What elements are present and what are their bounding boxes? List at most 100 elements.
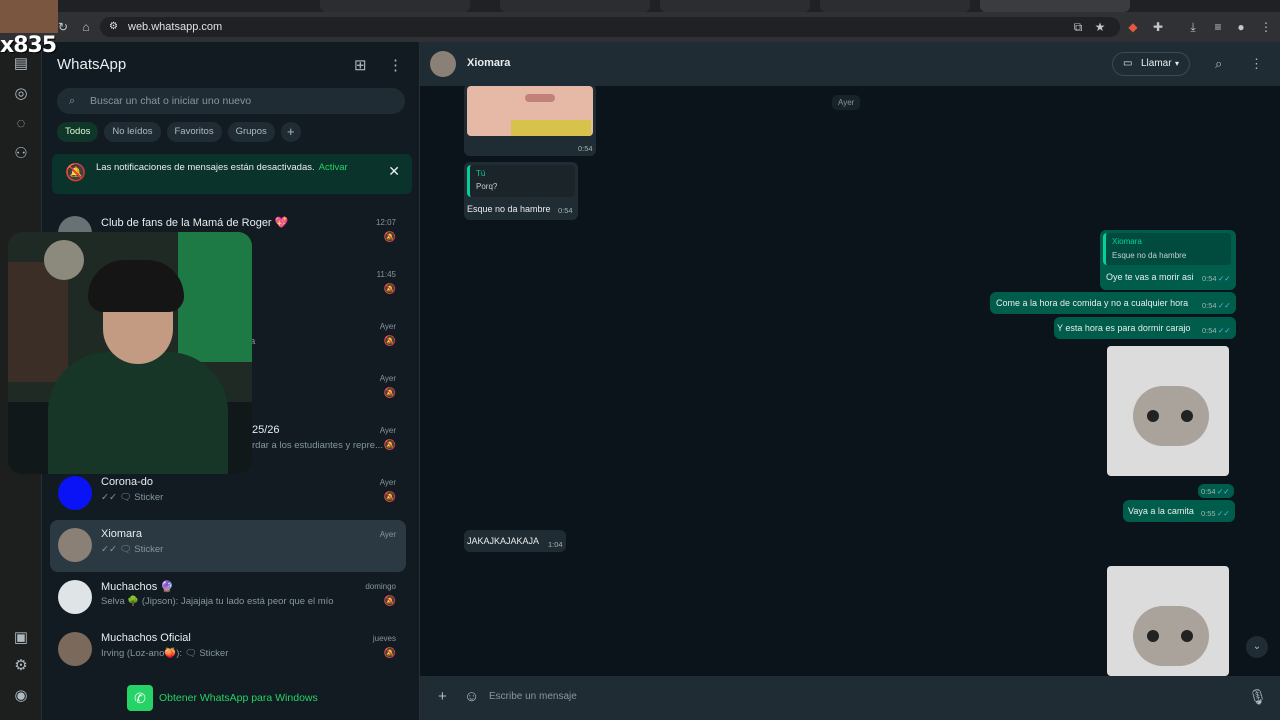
bookmark-star-icon[interactable]: ★ [1092,20,1108,34]
message-outgoing-reply[interactable]: Xiomara Esque no da hambre Oye te vas a … [1100,230,1236,290]
filter-all[interactable]: Todos [57,122,99,142]
sticker-detail [1181,410,1193,422]
webcam-background [8,262,68,382]
avatar [58,580,92,614]
profile-avatar[interactable]: ◉ [11,686,31,706]
search-icon[interactable]: ⌕ [1215,56,1222,72]
whatsapp-logo-icon: ✆ [127,685,153,711]
filter-favorites[interactable]: Favoritos [166,122,222,142]
message-outgoing[interactable]: Come a la hora de comida y no a cualquie… [990,292,1236,314]
browser-tab-active[interactable] [980,0,1130,12]
message-time: 0:54 [1201,487,1216,496]
add-filter-button[interactable]: + [280,122,301,142]
message-image-incoming[interactable]: 0:54 [464,86,596,156]
person-body [48,352,228,474]
site-info-icon[interactable]: ⚙ [109,17,118,37]
person-hair [88,260,184,312]
profile-icon[interactable]: ● [1233,20,1249,34]
browser-menu-icon[interactable]: ⋮ [1258,20,1274,34]
extensions-puzzle-icon[interactable]: ✚ [1150,20,1166,34]
quoted-message[interactable]: Tú Porq? [467,165,575,197]
status-icon[interactable]: ◎ [11,84,31,104]
chat-item[interactable]: Corona-do ✓✓ 🗨 Sticker Ayer 🔕 [50,468,406,520]
emoji-icon[interactable]: ☺ [464,688,479,705]
chat-time: Ayer [379,530,396,539]
message-time: 0:54 [578,144,593,153]
message-input[interactable]: Escribe un mensaje [489,691,577,702]
notification-message: Las notificaciones de mensajes están des… [96,162,315,173]
get-windows-app-link[interactable]: ✆ Obtener WhatsApp para Windows [127,685,318,711]
stream-overlay-tag: x835 [0,33,57,58]
filter-groups[interactable]: Grupos [227,122,275,142]
quoted-message[interactable]: Xiomara Esque no da hambre [1103,233,1231,265]
photo[interactable] [467,86,593,136]
chat-item-selected[interactable]: Xiomara ✓✓ 🗨 Sticker Ayer [50,520,406,572]
download-icon[interactable]: ⤓ [1185,20,1201,34]
search-input[interactable]: ⌕ Buscar un chat o iniciar uno nuevo [57,88,405,114]
conversation-panel: Xiomara ▭ Llamar ▾ ⌕ ⋮ Ayer 0:54 Tú Porq… [420,42,1280,720]
browser-tab[interactable] [660,0,810,12]
menu-icon[interactable]: ⋮ [388,56,403,74]
contact-name[interactable]: Xiomara [467,57,510,69]
streamer-facecam-small [0,0,58,33]
contact-avatar[interactable] [430,51,456,77]
scroll-down-button[interactable]: ⌄ [1246,636,1268,658]
read-receipt-icon: ✓✓ [1218,301,1231,310]
browser-tab[interactable] [320,0,470,12]
microphone-icon[interactable]: 🎙 [1248,688,1267,706]
new-chat-icon[interactable]: ⊞ [354,56,367,74]
get-app-label: Obtener WhatsApp para Windows [159,692,318,704]
message-text: Y esta hora es para dormir carajo [1057,323,1191,333]
chat-time: jueves [372,634,396,643]
browser-tab-strip [0,0,1280,12]
chat-time: 12:07 [375,218,396,227]
call-button[interactable]: ▭ Llamar ▾ [1112,52,1190,76]
webcam-background [178,232,252,362]
app-title: WhatsApp [57,56,127,73]
quoted-text: Porq? [476,182,498,191]
avatar [58,476,92,510]
settings-icon[interactable]: ⚙ [11,656,31,676]
sticker-hamster[interactable] [1107,566,1229,676]
message-incoming-reply[interactable]: Tú Porq? Esque no da hambre 0:54 [464,162,578,220]
message-text: Oye te vas a morir asi [1106,272,1194,282]
media-gallery-icon[interactable]: ▣ [11,628,31,648]
chat-name: Muchachos Oficial [101,632,191,644]
home-icon[interactable]: ⌂ [78,20,94,34]
message-outgoing[interactable]: Vaya a la camita 0:55 ✓✓ [1123,500,1235,522]
chat-item[interactable]: Muchachos Oficial Irving (Loz-ano🍑): 🗨 S… [50,624,406,676]
install-app-icon[interactable]: ⧉ [1070,20,1086,34]
chat-item[interactable]: Muchachos 🔮 Selva 🌳 (Jipson): Jajajaja t… [50,572,406,624]
message-outgoing[interactable]: Y esta hora es para dormir carajo 0:54 ✓… [1054,317,1236,339]
menu-icon[interactable]: ⋮ [1250,56,1263,72]
address-bar[interactable]: ⚙ web.whatsapp.com [100,17,1120,37]
chat-preview: ✓✓ 🗨 Sticker [101,492,164,503]
message-text: JAKAJKAJAKAJA [467,536,540,546]
browser-tab[interactable] [820,0,970,12]
browser-toolbar: ↻ ⌂ ⚙ web.whatsapp.com ⧉ ★ ◆ ✚ ⤓ ≡ ● ⋮ [0,12,1280,42]
media-control-icon[interactable]: ≡ [1210,20,1226,34]
communities-icon[interactable]: ⚇ [11,144,31,164]
chat-preview: rdar a los estudiantes y repre... [252,440,383,451]
extension-icon[interactable]: ◆ [1125,20,1141,34]
close-icon[interactable]: ✕ [388,163,400,180]
microphone [44,240,84,280]
browser-tab[interactable] [500,0,650,12]
muted-icon: 🔕 [383,648,396,659]
muted-icon: 🔕 [383,596,396,607]
activate-link[interactable]: Activar [319,162,348,173]
chat-time: Ayer [379,374,396,383]
sticker-detail [1147,630,1159,642]
message-time: 0:54 [1202,274,1217,283]
avatar [58,528,92,562]
chat-time: Ayer [379,426,396,435]
attach-plus-icon[interactable]: + [438,688,447,705]
chat-name: 25/26 [252,424,280,436]
chevron-down-icon: ▾ [1174,59,1179,68]
chat-name: Muchachos 🔮 [101,581,175,593]
streamer-webcam [8,232,252,474]
channels-icon[interactable]: ◌ [11,114,31,134]
filter-unread[interactable]: No leídos [104,122,161,142]
sticker-hamster[interactable] [1107,346,1229,476]
message-incoming[interactable]: JAKAJKAJAKAJA 1:04 [464,530,566,552]
